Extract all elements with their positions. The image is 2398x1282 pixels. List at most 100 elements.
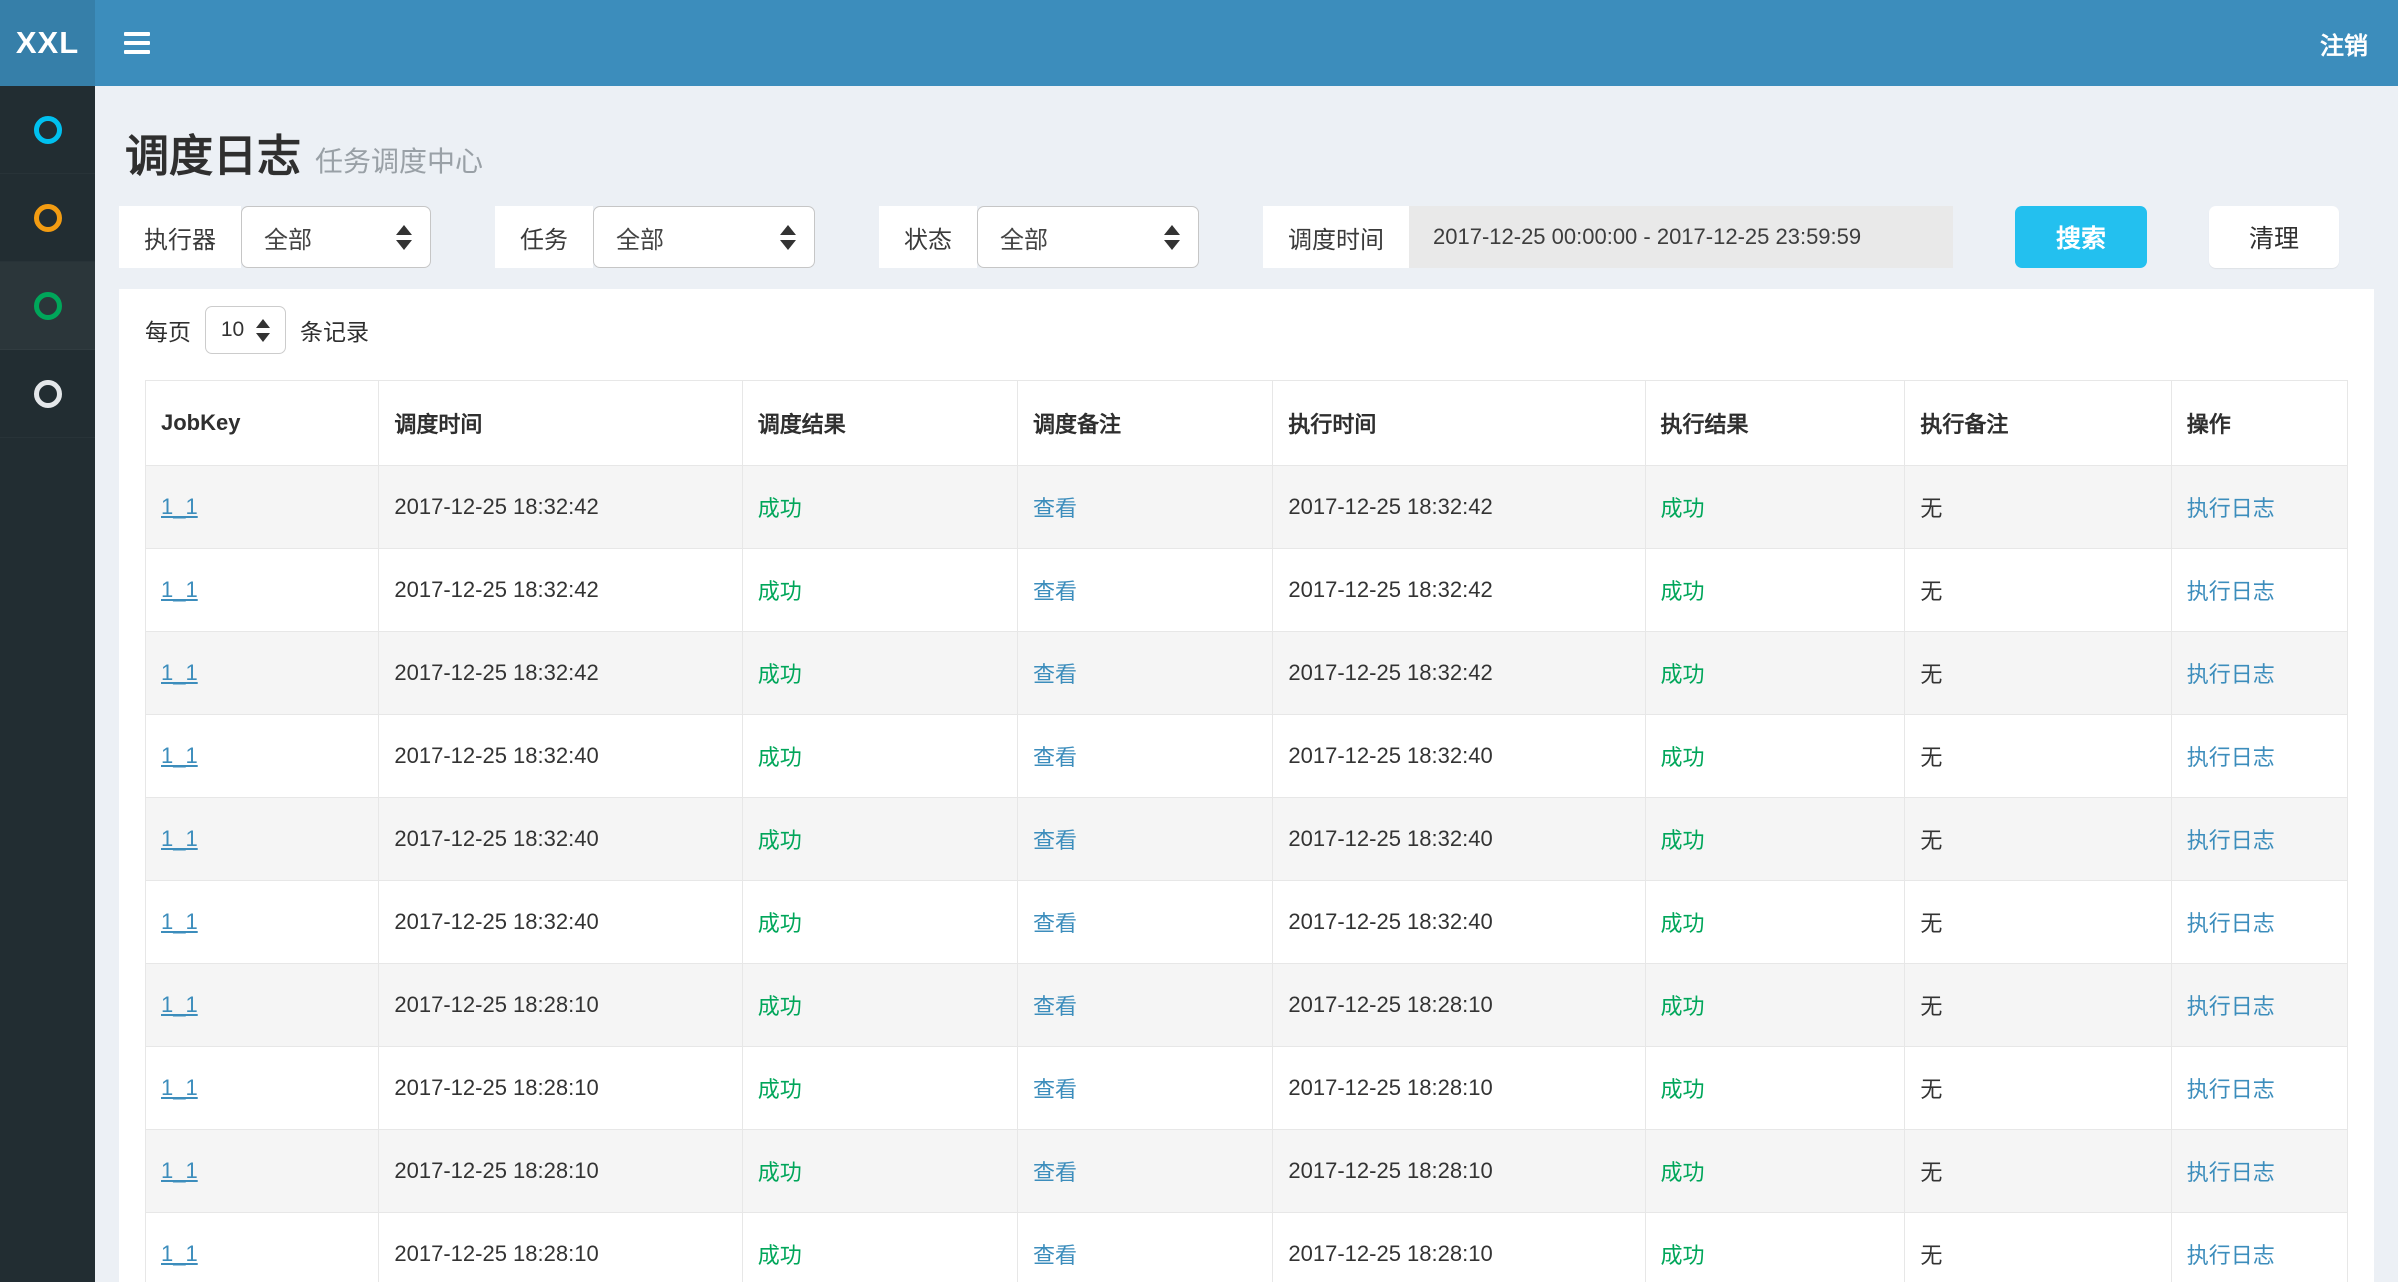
execute-log-link[interactable]: 执行日志 (2187, 1243, 2275, 1268)
cell-trigger_time: 2017-12-25 18:28:10 (379, 1213, 742, 1282)
execute-log-link[interactable]: 执行日志 (2187, 1077, 2275, 1102)
circle-o-icon (34, 204, 62, 232)
handle-time: 2017-12-25 18:28:10 (1288, 1158, 1492, 1183)
view-link[interactable]: 查看 (1033, 828, 1077, 853)
view-link[interactable]: 查看 (1033, 745, 1077, 770)
handle-msg: 无 (1920, 662, 1942, 687)
cell-trigger_result: 成功 (742, 466, 1017, 549)
executor-select[interactable]: 全部 (241, 206, 431, 268)
cell-handle_result: 成功 (1645, 1130, 1905, 1213)
cell-handle_time: 2017-12-25 18:28:10 (1273, 964, 1645, 1047)
cell-trigger_msg: 查看 (1017, 632, 1272, 715)
cell-job_key: 1_1 (146, 1130, 379, 1213)
jobkey-link[interactable]: 1_1 (161, 1158, 198, 1183)
cell-handle_time: 2017-12-25 18:28:10 (1273, 1047, 1645, 1130)
cell-job_key: 1_1 (146, 798, 379, 881)
cell-trigger_time: 2017-12-25 18:28:10 (379, 964, 742, 1047)
table-row: 1_1 2017-12-25 18:28:10 成功 查看 2017-12-25 18:… (146, 1213, 2348, 1282)
sidebar-item-dashboard[interactable] (0, 86, 95, 174)
handle-time: 2017-12-25 18:28:10 (1288, 1075, 1492, 1100)
cell-job_key: 1_1 (146, 881, 379, 964)
cell-trigger_msg: 查看 (1017, 964, 1272, 1047)
handle-result: 成功 (1661, 1160, 1705, 1185)
handle-result: 成功 (1661, 828, 1705, 853)
sidebar-item-job-log[interactable] (0, 262, 95, 350)
view-link[interactable]: 查看 (1033, 1160, 1077, 1185)
trigger-time: 2017-12-25 18:32:42 (394, 660, 598, 685)
handle-result: 成功 (1661, 994, 1705, 1019)
cell-handle_result: 成功 (1645, 881, 1905, 964)
view-link[interactable]: 查看 (1033, 994, 1077, 1019)
cell-trigger_result: 成功 (742, 798, 1017, 881)
cell-handle_result: 成功 (1645, 1213, 1905, 1282)
cell-handle_msg: 无 (1905, 1047, 2171, 1130)
jobkey-link[interactable]: 1_1 (161, 743, 198, 768)
cell-job_key: 1_1 (146, 964, 379, 1047)
jobkey-link[interactable]: 1_1 (161, 577, 198, 602)
execute-log-link[interactable]: 执行日志 (2187, 994, 2275, 1019)
sidebar-item-job-manage[interactable] (0, 174, 95, 262)
cell-trigger_result: 成功 (742, 715, 1017, 798)
page-length-prefix: 每页 (145, 313, 191, 347)
job-select[interactable]: 全部 (593, 206, 815, 268)
cell-handle_result: 成功 (1645, 1047, 1905, 1130)
select-arrows-icon (780, 225, 796, 250)
execute-log-link[interactable]: 执行日志 (2187, 911, 2275, 936)
cell-handle_time: 2017-12-25 18:32:42 (1273, 549, 1645, 632)
logout-link[interactable]: 注销 (2320, 26, 2368, 61)
time-range-input[interactable] (1409, 206, 1953, 268)
jobkey-link[interactable]: 1_1 (161, 1241, 198, 1266)
cell-trigger_result: 成功 (742, 632, 1017, 715)
handle-result: 成功 (1661, 579, 1705, 604)
execute-log-link[interactable]: 执行日志 (2187, 662, 2275, 687)
status-filter-label: 状态 (879, 206, 977, 268)
view-link[interactable]: 查看 (1033, 579, 1077, 604)
handle-msg: 无 (1920, 1243, 1942, 1268)
handle-result: 成功 (1661, 1077, 1705, 1102)
sidebar (0, 86, 95, 1282)
cell-trigger_time: 2017-12-25 18:32:40 (379, 798, 742, 881)
page-length-select[interactable]: 10 (205, 306, 286, 354)
execute-log-link[interactable]: 执行日志 (2187, 1160, 2275, 1185)
execute-log-link[interactable]: 执行日志 (2187, 745, 2275, 770)
time-filter-group: 调度时间 (1263, 206, 1953, 268)
jobkey-link[interactable]: 1_1 (161, 660, 198, 685)
column-header-trigger_msg: 调度备注 (1017, 381, 1272, 466)
jobkey-link[interactable]: 1_1 (161, 494, 198, 519)
view-link[interactable]: 查看 (1033, 911, 1077, 936)
status-select[interactable]: 全部 (977, 206, 1199, 268)
executor-filter-group: 执行器 全部 (119, 206, 431, 268)
view-link[interactable]: 查看 (1033, 496, 1077, 521)
view-link[interactable]: 查看 (1033, 1243, 1077, 1268)
trigger-time: 2017-12-25 18:28:10 (394, 992, 598, 1017)
jobkey-link[interactable]: 1_1 (161, 992, 198, 1017)
trigger-result: 成功 (758, 1160, 802, 1185)
jobkey-link[interactable]: 1_1 (161, 826, 198, 851)
trigger-result: 成功 (758, 745, 802, 770)
column-header-handle_time: 执行时间 (1273, 381, 1645, 466)
trigger-result: 成功 (758, 1243, 802, 1268)
jobkey-link[interactable]: 1_1 (161, 1075, 198, 1100)
handle-time: 2017-12-25 18:28:10 (1288, 1241, 1492, 1266)
sidebar-toggle-icon[interactable] (124, 32, 150, 54)
view-link[interactable]: 查看 (1033, 1077, 1077, 1102)
table-row: 1_12017-12-25 18:28:10成功查看2017-12-25 18:… (146, 1047, 2348, 1130)
cell-handle_result: 成功 (1645, 715, 1905, 798)
cell-action: 执行日志 (2171, 466, 2347, 549)
execute-log-link[interactable]: 执行日志 (2187, 579, 2275, 604)
cell-handle_time: 2017-12-25 18:32:42 (1273, 632, 1645, 715)
handle-time: 2017-12-25 18:28:10 (1288, 992, 1492, 1017)
search-button[interactable]: 搜索 (2015, 206, 2147, 268)
cell-action: 执行日志 (2171, 715, 2347, 798)
sidebar-item-executor[interactable] (0, 350, 95, 438)
trigger-time: 2017-12-25 18:32:42 (394, 494, 598, 519)
view-link[interactable]: 查看 (1033, 662, 1077, 687)
cell-handle_msg: 无 (1905, 1213, 2171, 1282)
execute-log-link[interactable]: 执行日志 (2187, 828, 2275, 853)
jobkey-link[interactable]: 1_1 (161, 909, 198, 934)
filter-toolbar: 执行器 全部 任务 全部 状态 全部 调度时间 搜索 清理 (119, 206, 2374, 268)
execute-log-link[interactable]: 执行日志 (2187, 496, 2275, 521)
clear-button[interactable]: 清理 (2209, 206, 2339, 268)
table-row: 1_12017-12-25 18:32:40成功查看2017-12-25 18:… (146, 798, 2348, 881)
cell-handle_msg: 无 (1905, 632, 2171, 715)
